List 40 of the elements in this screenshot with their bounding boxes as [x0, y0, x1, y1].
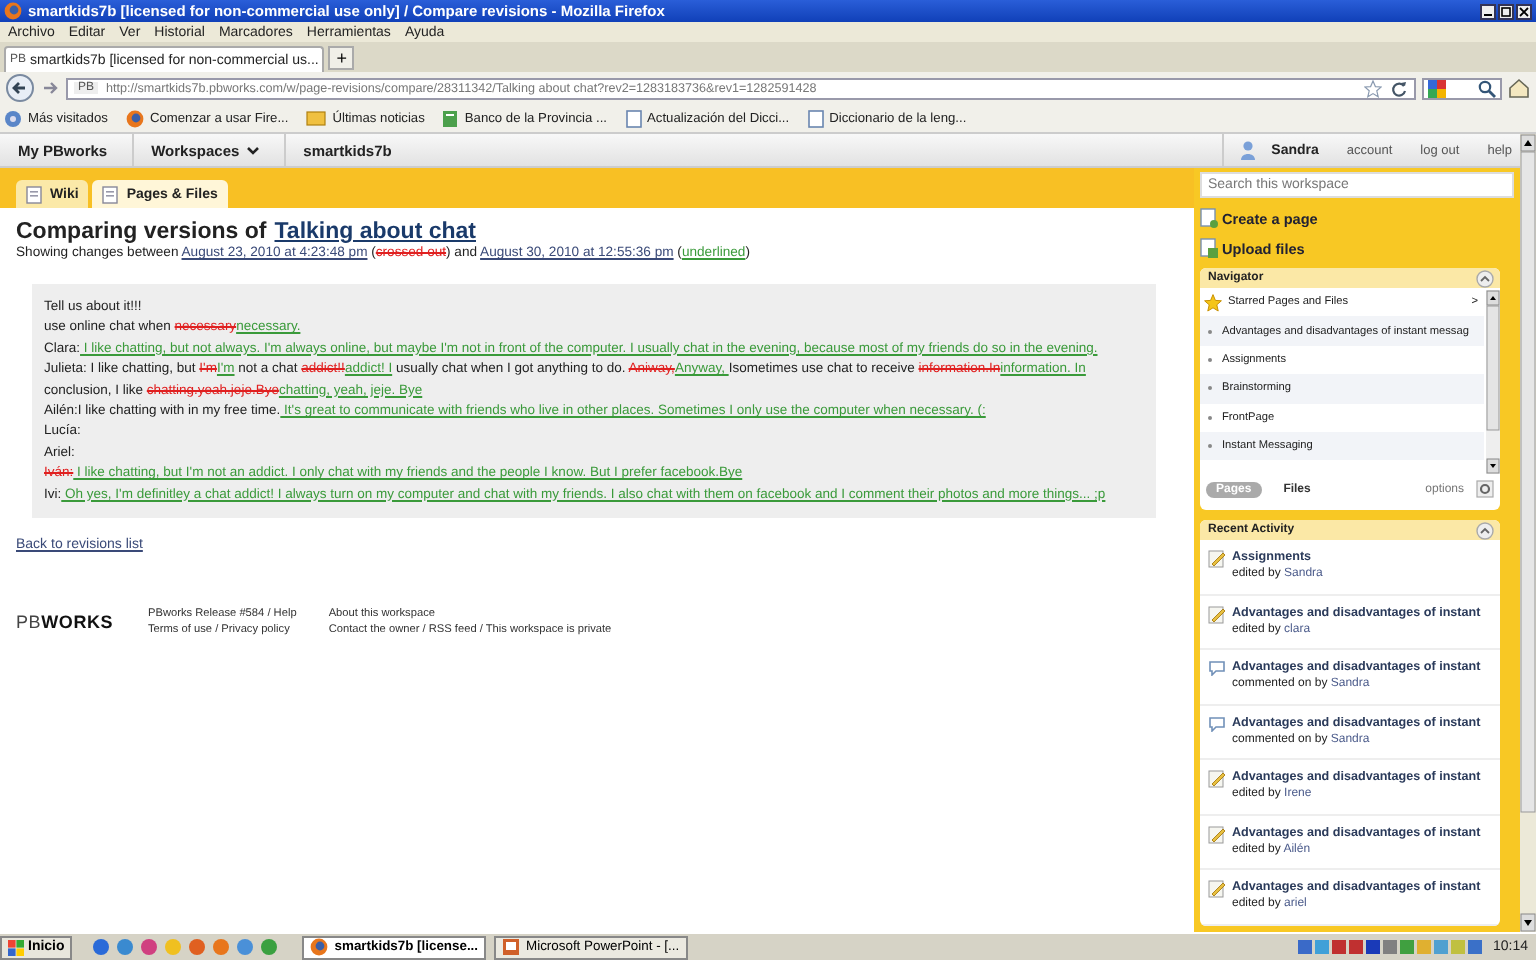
star-icon — [1204, 293, 1222, 312]
forward-icon[interactable] — [40, 78, 60, 98]
globe-icon — [310, 938, 329, 956]
new-tab-button[interactable]: + — [328, 46, 355, 70]
collapse-icon[interactable] — [1476, 269, 1494, 287]
upload-icon — [1200, 238, 1218, 258]
windows-logo-icon — [8, 939, 24, 955]
pages-icon — [102, 185, 121, 203]
search-engine-box[interactable] — [1422, 77, 1502, 99]
user-icon — [1239, 140, 1256, 160]
book-icon — [26, 185, 44, 203]
page-icon — [807, 109, 824, 127]
home-icon[interactable] — [1508, 78, 1530, 98]
speech-bubble-icon — [1208, 715, 1226, 731]
new-page-icon — [1200, 208, 1218, 228]
page-icon — [442, 109, 459, 127]
globe-icon — [125, 109, 144, 127]
globe-icon — [4, 2, 22, 20]
close-icon[interactable] — [1516, 3, 1532, 19]
back-icon[interactable] — [6, 74, 34, 102]
search-icon[interactable] — [1478, 79, 1496, 97]
minimize-icon[interactable] — [1480, 3, 1496, 19]
google-icon — [1428, 79, 1446, 97]
star-icon[interactable] — [1364, 79, 1382, 97]
reload-icon[interactable] — [1390, 79, 1408, 97]
page-heading: Comparing versions of — [16, 220, 267, 244]
pbworks-logo: PBWORKS — [16, 612, 116, 633]
speech-bubble-icon — [1208, 660, 1226, 676]
pencil-icon — [1208, 880, 1226, 898]
pencil-icon — [1208, 770, 1226, 788]
caret-icon — [245, 145, 260, 155]
settings-icon[interactable] — [1476, 480, 1494, 498]
maximize-icon[interactable] — [1498, 3, 1514, 19]
folder-icon — [306, 110, 327, 126]
page-icon — [625, 109, 641, 127]
page-title-link[interactable]: Talking about chat — [274, 220, 476, 244]
pencil-icon — [1208, 605, 1226, 623]
pencil-icon — [1208, 550, 1226, 568]
collapse-icon[interactable] — [1476, 521, 1494, 539]
pencil-icon — [1208, 825, 1226, 843]
